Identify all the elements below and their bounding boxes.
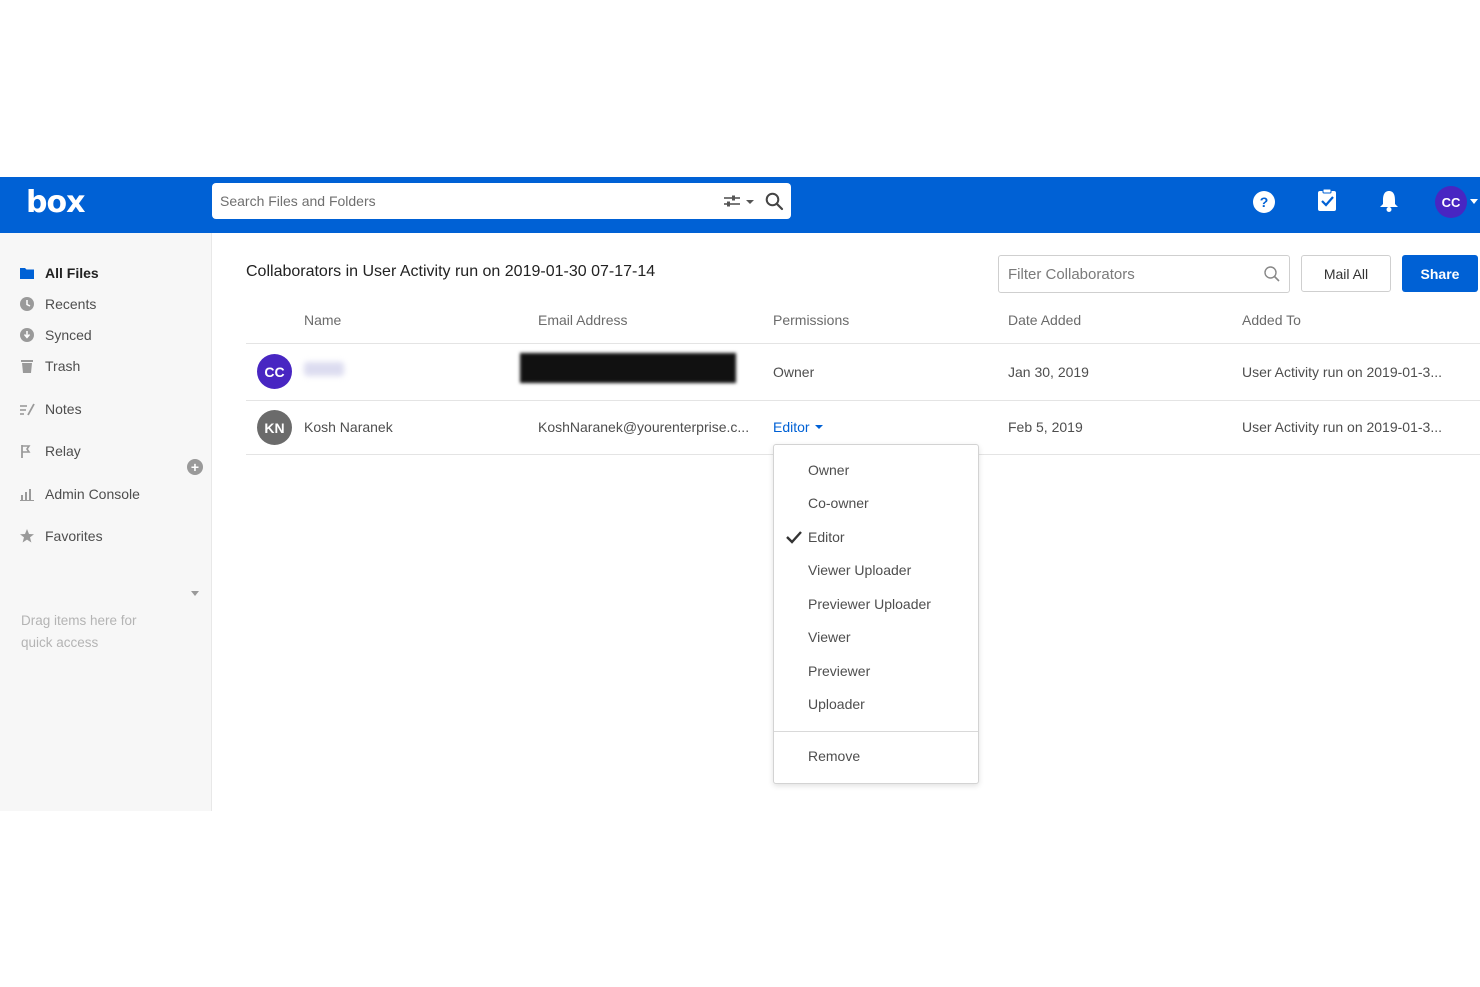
page-title: Collaborators in User Activity run on 20… (246, 263, 656, 280)
sidebar-item-label: Relay (45, 443, 81, 459)
star-icon (18, 527, 36, 545)
sidebar-item-label: All Files (45, 265, 99, 281)
menu-item-previewer-uploader[interactable]: Previewer Uploader (774, 589, 978, 619)
filter-collaborators-input[interactable] (999, 256, 1249, 292)
sidebar: All Files Recents Synced Trash Notes + R… (0, 233, 212, 811)
column-header-added-to[interactable]: Added To (1242, 312, 1301, 328)
menu-item-co-owner[interactable]: Co-owner (774, 488, 978, 518)
menu-item-owner[interactable]: Owner (774, 455, 978, 485)
menu-item-remove[interactable]: Remove (774, 741, 978, 771)
sidebar-item-notes[interactable]: Notes (18, 398, 208, 420)
sidebar-item-relay[interactable]: Relay (18, 440, 208, 462)
sidebar-item-recents[interactable]: Recents (18, 293, 208, 315)
divider (246, 343, 1480, 344)
chevron-down-icon[interactable] (191, 591, 199, 596)
top-bar: box ? (0, 177, 1480, 233)
menu-item-label: Editor (808, 529, 845, 545)
chevron-down-icon[interactable] (1470, 199, 1478, 204)
sync-icon (18, 326, 36, 344)
menu-divider (774, 731, 978, 732)
box-app: box ? (0, 177, 1480, 811)
permission-dropdown[interactable]: Editor (773, 419, 823, 435)
column-header-email[interactable]: Email Address (538, 312, 627, 328)
sidebar-item-favorites[interactable]: Favorites (18, 525, 208, 547)
menu-item-viewer-uploader[interactable]: Viewer Uploader (774, 555, 978, 585)
svg-text:?: ? (1260, 194, 1269, 210)
sidebar-item-trash[interactable]: Trash (18, 355, 208, 377)
mail-all-button[interactable]: Mail All (1301, 255, 1391, 292)
search-icon[interactable] (764, 191, 784, 211)
user-avatar[interactable]: CC (1435, 186, 1467, 218)
column-header-name[interactable]: Name (304, 312, 341, 328)
sidebar-item-all-files[interactable]: All Files (18, 262, 208, 284)
avatar: CC (257, 354, 292, 389)
chart-icon (18, 485, 36, 503)
box-logo[interactable]: box (26, 185, 85, 220)
tasks-icon[interactable] (1314, 187, 1340, 213)
collaborator-email: KoshNaranek@yourenterprise.c... (538, 419, 750, 435)
sidebar-item-label: Trash (45, 358, 81, 374)
added-to[interactable]: User Activity run on 2019-01-3... (1242, 364, 1472, 380)
sidebar-item-label: Favorites (45, 528, 103, 544)
sidebar-item-label: Synced (45, 327, 92, 343)
redacted-name (304, 362, 344, 376)
search-box (212, 183, 791, 219)
menu-item-previewer[interactable]: Previewer (774, 656, 978, 686)
avatar: KN (257, 410, 292, 445)
search-icon (1263, 265, 1281, 283)
permission-value: Owner (773, 364, 815, 380)
share-button[interactable]: Share (1402, 255, 1478, 292)
sidebar-item-admin-console[interactable]: Admin Console (18, 483, 208, 505)
notes-icon (18, 400, 36, 418)
relay-icon (18, 442, 36, 460)
trash-icon (18, 357, 36, 375)
column-header-permissions[interactable]: Permissions (773, 312, 849, 328)
added-to[interactable]: User Activity run on 2019-01-3... (1242, 419, 1472, 435)
date-added: Jan 30, 2019 (1008, 364, 1089, 380)
help-icon[interactable]: ? (1251, 189, 1277, 215)
redacted-email (520, 353, 736, 383)
folder-icon (18, 264, 36, 282)
menu-item-uploader[interactable]: Uploader (774, 689, 978, 719)
search-options-icon[interactable] (722, 192, 758, 210)
permission-label: Editor (773, 419, 810, 435)
favorites-hint: Drag items here for quick access (21, 613, 137, 650)
menu-item-viewer[interactable]: Viewer (774, 622, 978, 652)
chevron-down-icon (814, 425, 823, 429)
clock-icon (18, 295, 36, 313)
sidebar-item-label: Admin Console (45, 486, 140, 502)
sidebar-item-label: Recents (45, 296, 97, 312)
menu-item-editor[interactable]: Editor (774, 522, 978, 552)
column-header-date-added[interactable]: Date Added (1008, 312, 1081, 328)
date-added: Feb 5, 2019 (1008, 419, 1083, 435)
divider (246, 400, 1480, 401)
search-input[interactable] (212, 183, 712, 219)
filter-box (998, 255, 1290, 293)
notifications-icon[interactable] (1376, 188, 1402, 214)
sidebar-item-synced[interactable]: Synced (18, 324, 208, 346)
collaborator-name: Kosh Naranek (304, 419, 393, 435)
checkmark-icon (786, 530, 802, 544)
permission-menu: Owner Co-owner Editor Viewer Uploader Pr… (773, 444, 979, 784)
sidebar-item-label: Notes (45, 401, 82, 417)
